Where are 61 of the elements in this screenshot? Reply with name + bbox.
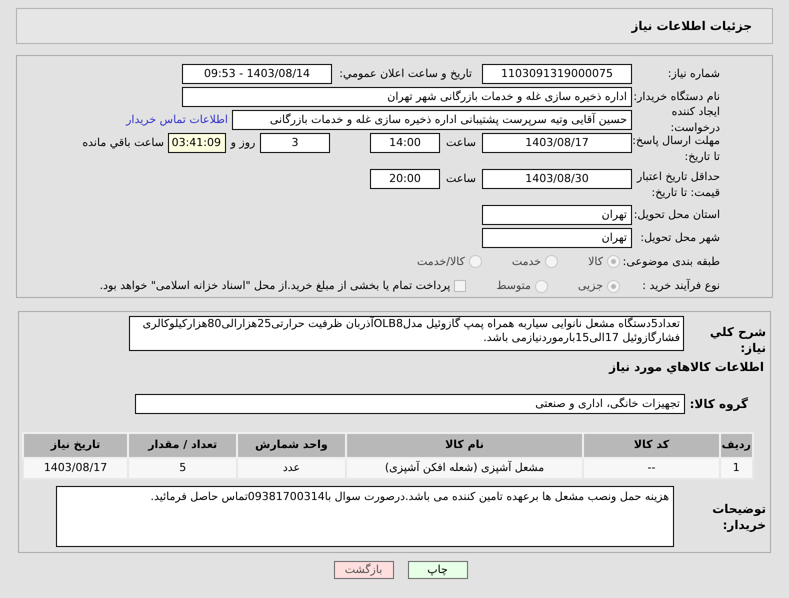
section-title: اطلاعات کالاهاي مورد نیاز	[608, 359, 765, 376]
column-header: تعداد / مقدار	[128, 433, 238, 458]
checkbox[interactable]	[454, 280, 466, 292]
field-label: گروه کالا:	[688, 396, 748, 412]
text-field[interactable]: تهران	[482, 228, 632, 248]
text-field[interactable]: 3	[260, 133, 330, 153]
remaining-label: ساعت باقي مانده	[82, 135, 164, 151]
table-cell: مشعل آشپزی (شعله افکن آشپزی)	[346, 458, 584, 479]
text-field[interactable]: تهران	[482, 205, 632, 226]
contact-link[interactable]: اطلاعات تماس خریدار	[126, 112, 228, 128]
text-field[interactable]: 1403/08/14 - 09:53	[182, 64, 332, 84]
days-label: روز و	[229, 135, 256, 151]
field-label: شماره نیاز:	[666, 66, 720, 82]
column-header: کد کالا	[583, 433, 720, 458]
field-label: نوع فرآیند خرید :	[641, 278, 720, 294]
text-field[interactable]: اداره ذخیره سازی غله و خدمات بازرگانی شهر تهران	[182, 87, 632, 107]
text-field[interactable]: 1103091319000075	[482, 64, 632, 84]
field-label: ایجاد کننده درخواست:	[670, 104, 720, 136]
radio-label: متوسط	[496, 278, 531, 294]
table-cell: عدد	[237, 458, 346, 479]
radio-label: خدمت	[512, 254, 542, 270]
table-cell: 5	[128, 458, 238, 479]
table-cell: 1	[720, 458, 753, 479]
field-label: حداقل تاریخ اعتبار قیمت: تا تاریخ:	[636, 169, 720, 202]
field-label: تاریخ و ساعت اعلان عمومي:	[338, 66, 472, 82]
field-label: شرح کلي نیاز:	[708, 324, 766, 356]
radio-button[interactable]	[534, 280, 548, 293]
time-label: ساعت	[445, 171, 477, 188]
field-label: مهلت ارسال پاسخ: تا تاریخ:	[632, 134, 720, 165]
time-label: ساعت	[445, 135, 477, 151]
text-field[interactable]: 1403/08/30	[482, 169, 632, 190]
field-label: طبقه بندی موضوعی:	[622, 254, 720, 270]
table-cell: --	[583, 458, 720, 479]
text-field[interactable]: 14:00	[370, 133, 440, 153]
column-header: ردیف	[720, 433, 753, 458]
radio-button[interactable]	[607, 280, 620, 293]
field-label: نام دستگاه خریدار:	[632, 89, 720, 105]
column-header: نام کالا	[346, 433, 584, 458]
radio-label: کالا/خدمت	[417, 254, 465, 270]
text-field[interactable]: تجهیزات خانگی، اداری و صنعتی	[135, 394, 685, 414]
countdown-field[interactable]: 03:41:09	[168, 133, 226, 153]
radio-label: جزیی	[578, 278, 603, 294]
text-field[interactable]: 1403/08/17	[482, 133, 632, 153]
column-header: واحد شمارش	[237, 433, 346, 458]
radio-button[interactable]	[607, 255, 620, 268]
print-button[interactable]: چاپ	[408, 561, 468, 579]
text-field[interactable]: حسین آقایی وتیه سرپرست پشتیبانی اداره ذخیره سازی غله و خدمات بازرگانی	[232, 110, 632, 130]
text-field[interactable]: 20:00	[370, 169, 440, 190]
back-button[interactable]: بازگشت	[334, 561, 394, 579]
table-cell: 1403/08/17	[23, 458, 128, 479]
buyer-notes-field[interactable]: هزینه حمل ونصب مشعل ها برعهده تامین کننده می باشد.درصورت سوال با09381700314تماس حاصل فرمائید.	[56, 486, 674, 547]
radio-button[interactable]	[468, 255, 482, 268]
description-field[interactable]: تعداد5دستگاه مشعل نانوایی سیاربه همراه پمپ گازوئیل مدلOLB8آذربان ظرفیت حرارتی25هزارالی80هزارکیلوکالری فشارگازوئیل 17الی15بارموردنیازمی باشد.	[129, 316, 684, 351]
column-header: تاریخ نیاز	[23, 433, 128, 458]
field-label: شهر محل تحویل:	[639, 230, 720, 246]
field-label: توضیحات خریدار:	[711, 500, 766, 532]
checkbox-label: پرداخت تمام یا بخشی از مبلغ خرید.از محل "اسناد خزانه اسلامی" خواهد بود.	[100, 278, 450, 294]
radio-button[interactable]	[545, 255, 558, 268]
radio-label: کالا	[588, 254, 603, 270]
field-label: استان محل تحویل:	[632, 207, 720, 224]
page-title: جزئیات اطلاعات نیاز	[631, 18, 752, 35]
